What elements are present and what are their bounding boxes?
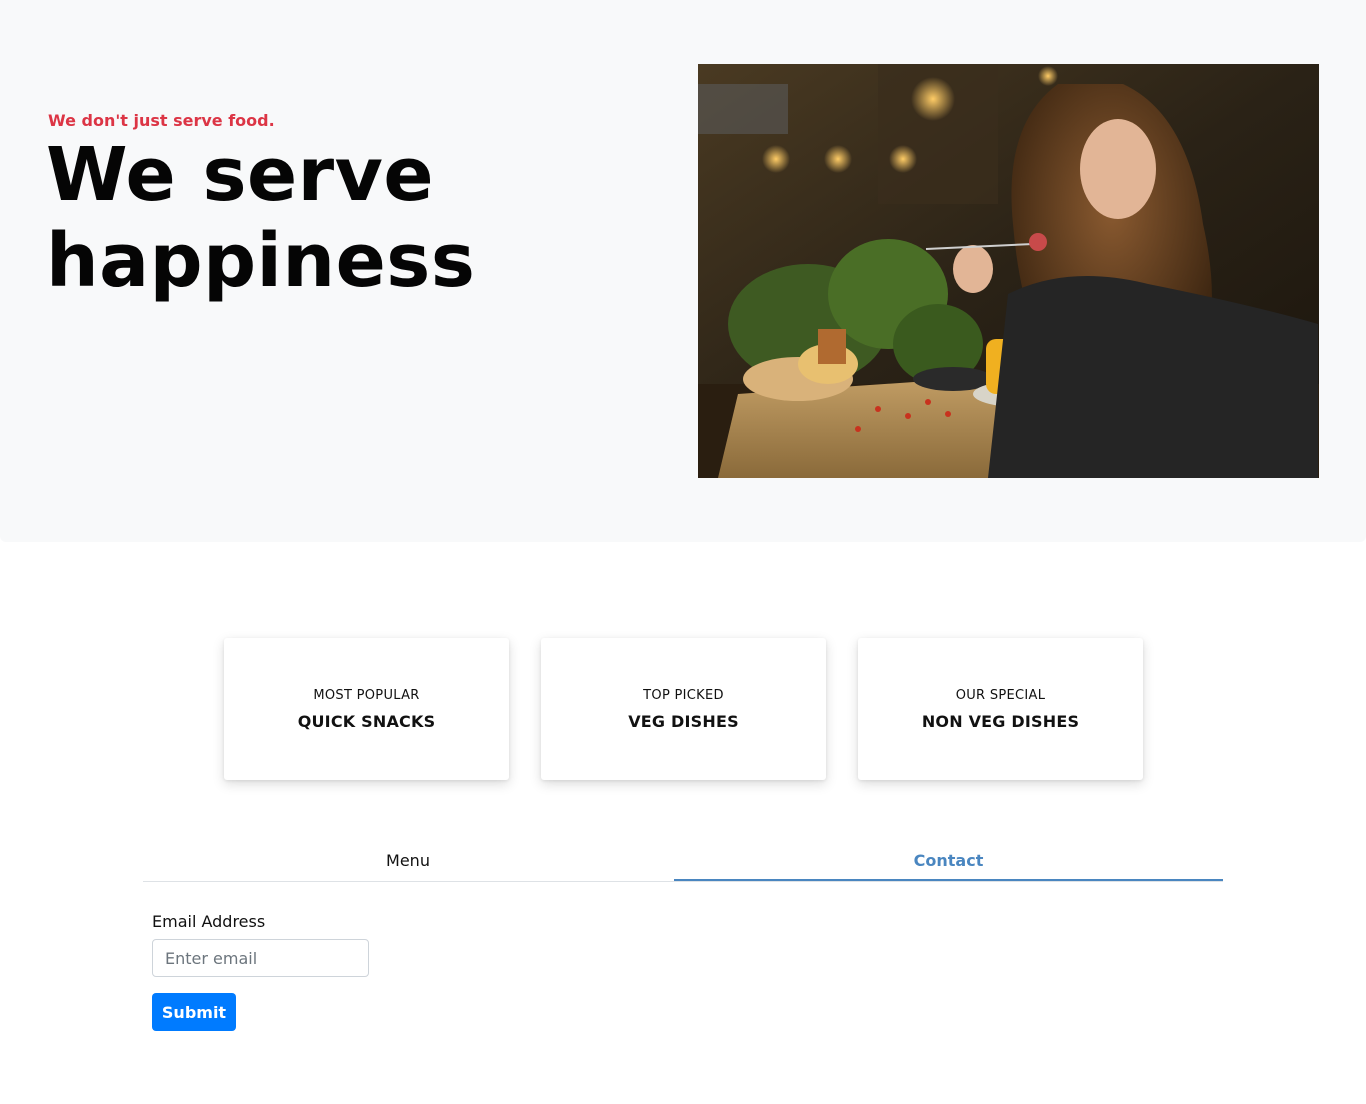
hero-title: We serve happiness [46, 132, 476, 304]
email-input[interactable] [152, 939, 369, 977]
card-title: NON VEG DISHES [921, 712, 1080, 731]
contact-form: Email Address Submit [152, 912, 369, 1031]
submit-button[interactable]: Submit [152, 993, 236, 1031]
tab-contact[interactable]: Contact [674, 842, 1223, 881]
email-label: Email Address [152, 912, 266, 931]
tab-menu[interactable]: Menu [143, 842, 673, 881]
card-non-veg-dishes[interactable]: OUR SPECIAL NON VEG DISHES [858, 638, 1143, 780]
section-tabs: Menu Contact [143, 842, 1223, 882]
card-veg-dishes[interactable]: TOP PICKED VEG DISHES [541, 638, 826, 780]
card-title: VEG DISHES [628, 712, 739, 731]
card-quick-snacks[interactable]: MOST POPULAR QUICK SNACKS [224, 638, 509, 780]
card-title: QUICK SNACKS [297, 712, 436, 731]
hero-section: We don't just serve food. We serve happi… [0, 0, 1366, 542]
hero-photo-illustration [698, 64, 1319, 478]
hero-photo-woman-eating [698, 64, 1319, 478]
card-kicker: OUR SPECIAL [955, 688, 1046, 703]
card-kicker: TOP PICKED [643, 688, 724, 703]
card-kicker: MOST POPULAR [313, 688, 420, 703]
category-cards: MOST POPULAR QUICK SNACKS TOP PICKED VEG… [224, 638, 1144, 780]
hero-tagline: We don't just serve food. [48, 111, 275, 130]
